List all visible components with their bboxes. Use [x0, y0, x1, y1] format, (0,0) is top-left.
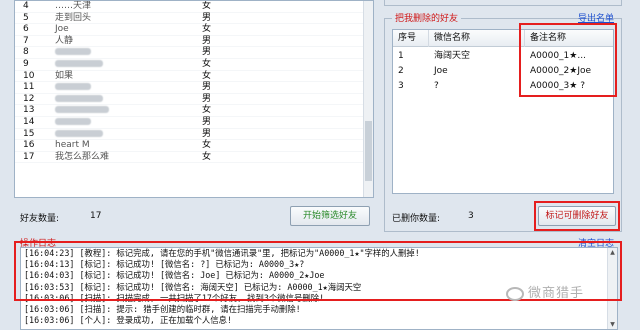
list-item[interactable]: 10 如果 女	[15, 71, 373, 83]
scroll-down-icon[interactable]: ▼	[608, 320, 617, 329]
list-item-gender: 女	[202, 70, 212, 81]
deleted-count-label: 已删你数量:	[392, 214, 441, 224]
list-item-name: heart M	[55, 140, 90, 151]
list-item-index: 11	[23, 82, 35, 93]
list-item-gender: 女	[202, 151, 212, 162]
blurred-name	[55, 83, 91, 91]
list-item[interactable]: 6 Joe 女	[15, 24, 373, 36]
list-item-name	[55, 94, 195, 106]
mark-button-highlight-box	[534, 201, 620, 231]
list-item[interactable]: 5 走到回头 男	[15, 13, 373, 25]
list-item-name	[55, 47, 195, 59]
blurred-name	[55, 48, 91, 56]
log-line: [16:03:06] [个人]: 登录成功, 正在加载个人信息!	[24, 315, 233, 326]
watermark-text: 微商猎手	[528, 286, 585, 301]
list-item[interactable]: 17 我怎么那么难 女	[15, 152, 373, 164]
list-item-gender: 女	[202, 1, 212, 11]
list-item-index: 6	[23, 24, 29, 35]
list-item[interactable]: 14 男	[15, 117, 373, 129]
wechat-logo-icon	[506, 286, 524, 301]
list-item-index: 4	[23, 1, 29, 11]
list-item-index: 15	[23, 128, 35, 139]
column-header-index[interactable]: 序号	[393, 30, 429, 47]
list-item-gender: 男	[202, 82, 212, 93]
list-item-name: 如果	[55, 70, 74, 81]
list-item-index: 13	[23, 105, 35, 116]
list-item-gender: 女	[202, 58, 212, 69]
blurred-name	[55, 59, 103, 67]
list-item[interactable]: 16 heart M 女	[15, 140, 373, 152]
list-item-gender: 女	[202, 140, 212, 151]
list-item-index: 9	[23, 58, 29, 69]
list-item-name	[55, 129, 195, 141]
column-header-wechat-name[interactable]: 微信名称	[429, 30, 525, 47]
row-index: 2	[398, 66, 404, 76]
list-item-name: 人静	[55, 35, 74, 46]
list-item[interactable]: 9女	[15, 59, 373, 71]
list-item[interactable]: 11 男	[15, 82, 373, 94]
row-wechat-name: 海阔天空	[434, 51, 471, 61]
friend-list-scrollbar[interactable]	[363, 1, 373, 197]
list-item[interactable]: 4 ……天津 女	[15, 1, 373, 13]
list-item-gender: 男	[202, 47, 212, 58]
blurred-name	[55, 117, 91, 125]
list-item-index: 17	[23, 151, 35, 162]
blurred-name	[55, 106, 109, 114]
friend-list[interactable]: 4 ……天津女 5 走到回头男 6 Joe 女 7 人静男 8 男 9 女 10 如果女 11 男 12 男 13 女 1…	[14, 0, 374, 198]
list-item-index: 16	[23, 140, 35, 151]
list-item-gender: 男	[202, 128, 212, 139]
list-item-index: 12	[23, 93, 35, 104]
list-item-index: 10	[23, 70, 35, 81]
remark-column-highlight-box	[519, 23, 617, 97]
list-item-index: 7	[23, 35, 29, 46]
list-item-index: 5	[23, 12, 29, 23]
list-item-name: Joe	[55, 24, 69, 35]
friend-count-value: 17	[90, 211, 102, 221]
row-wechat-name: Joe	[434, 66, 448, 76]
list-item-gender: 女	[202, 105, 212, 116]
top-groupbox-edge	[384, 0, 622, 6]
list-item-name: 我怎么那么难	[55, 151, 110, 162]
log-line: [16:03:06] [扫描]: 提示: 猎手创建的临时群, 请在扫描完手动删除…	[24, 303, 301, 314]
list-item-gender: 男	[202, 116, 212, 127]
list-item-gender: 男	[202, 35, 212, 46]
list-item-index: 14	[23, 116, 35, 127]
list-item-name: ……天津	[55, 1, 92, 11]
list-item-index: 8	[23, 47, 29, 58]
blurred-name	[55, 94, 103, 102]
row-index: 1	[398, 51, 404, 61]
list-item[interactable]: 13 女	[15, 105, 373, 117]
app-window: 4 ……天津女 5 走到回头男 6 Joe 女 7 人静男 8 男 9 女 10 如果女 11 男 12 男 13 女 1…	[0, 0, 640, 330]
list-item-name: 走到回头	[55, 12, 92, 23]
list-item[interactable]: 8男	[15, 47, 373, 59]
list-item-name	[55, 59, 195, 71]
watermark: 微商猎手	[506, 282, 584, 301]
row-index: 3	[398, 81, 404, 91]
list-item[interactable]: 12 男	[15, 94, 373, 106]
list-item-name	[55, 105, 195, 117]
list-item-name	[55, 117, 195, 129]
deleted-friends-title: 把我删除的好友	[392, 11, 462, 24]
list-item-gender: 男	[202, 12, 212, 23]
deleted-count-value: 3	[468, 211, 474, 221]
list-item-gender: 女	[202, 24, 212, 35]
list-item[interactable]: 7 人静 男	[15, 36, 373, 48]
scrollbar-thumb[interactable]	[365, 121, 372, 181]
friend-count-label: 好友数量:	[20, 214, 60, 224]
start-filter-button[interactable]: 开始筛选好友	[290, 206, 370, 226]
row-wechat-name: ?	[434, 81, 439, 91]
list-item-gender: 男	[202, 93, 212, 104]
blurred-name	[55, 129, 103, 137]
list-item[interactable]: 15 男	[15, 129, 373, 141]
list-item-name	[55, 82, 195, 94]
